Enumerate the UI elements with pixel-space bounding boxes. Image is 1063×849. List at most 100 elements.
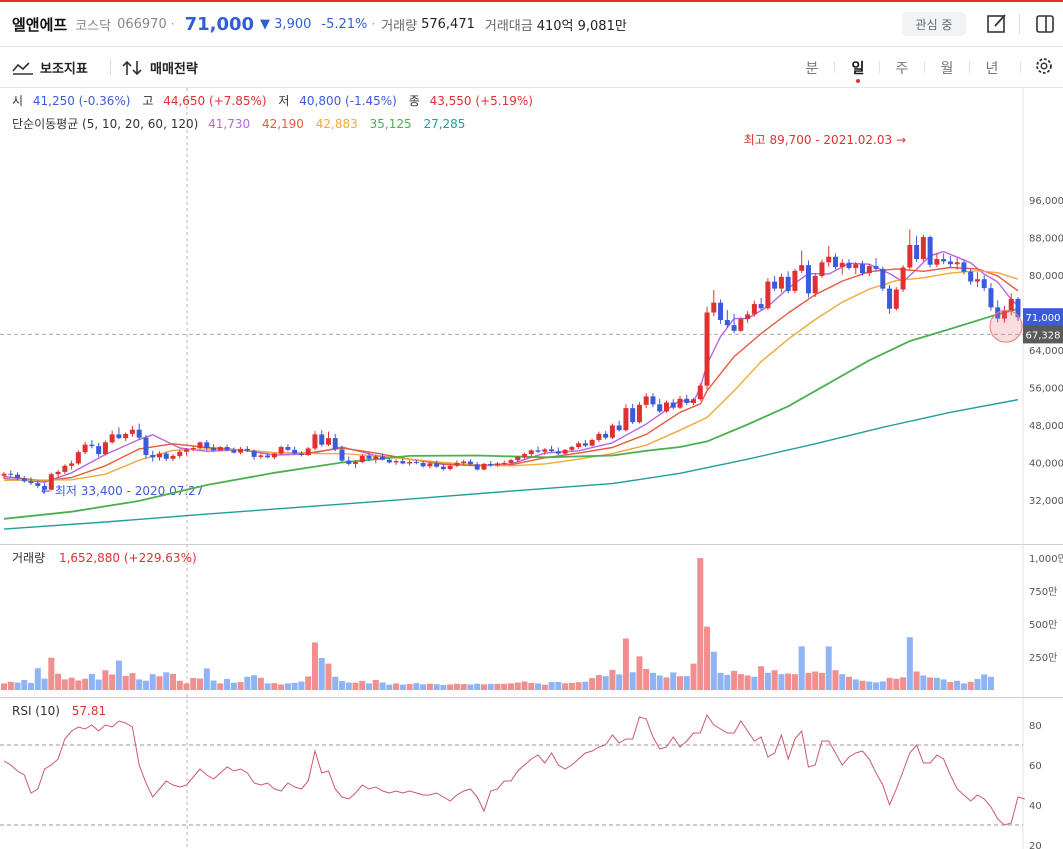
period-month[interactable]: 월 (937, 58, 957, 78)
candle (555, 447, 561, 455)
candle-body (819, 262, 825, 276)
candle-body (325, 438, 331, 445)
volume-bar (156, 676, 163, 690)
candle (238, 447, 244, 455)
volume-bar (785, 673, 792, 690)
candle-body (258, 455, 264, 457)
candle (21, 476, 27, 483)
candle-body (298, 453, 304, 455)
candle-body (522, 454, 528, 457)
volume-bar (149, 674, 156, 690)
amount-value: 410억 9,081만 (536, 18, 627, 34)
candle-body (887, 288, 893, 309)
volume-bar (595, 675, 602, 690)
candle-body (670, 402, 676, 408)
candle-body (643, 396, 649, 405)
period-divider (879, 61, 880, 73)
volume-bar (95, 679, 102, 690)
candle-body (974, 279, 980, 282)
volume-bar (528, 682, 535, 690)
candle-body (528, 450, 534, 455)
candle (880, 266, 886, 291)
volume-bar (859, 680, 866, 690)
candle (718, 299, 724, 324)
candle (650, 393, 656, 408)
rsi-legend: RSI (10) 57.81 (12, 704, 106, 718)
amount-label: 거래대금 (484, 18, 533, 34)
volume-bar (494, 683, 501, 690)
candle (123, 432, 129, 441)
candle-body (785, 276, 791, 291)
volume-bar (852, 679, 859, 690)
current-price: 71,000 (184, 13, 255, 35)
candle (947, 255, 953, 268)
candle-body (589, 440, 595, 446)
stock-code: 066970 (117, 16, 167, 32)
period-week[interactable]: 주 (892, 58, 912, 78)
candle-body (231, 449, 237, 453)
candle (934, 252, 940, 268)
period-day[interactable]: 일 (848, 58, 868, 78)
volume-bar (906, 637, 913, 690)
candle (136, 423, 142, 440)
candle (1, 471, 7, 479)
volume-bar (359, 680, 366, 690)
volume-bar (670, 672, 677, 690)
volume-bar (345, 682, 352, 690)
candle (75, 450, 81, 465)
watchlist-button[interactable]: 관심 중 (902, 12, 966, 36)
volume-bar (832, 670, 839, 690)
candle-body (724, 320, 730, 326)
candle (609, 423, 615, 440)
volume-bar (514, 682, 521, 690)
candle-body (758, 304, 764, 309)
candle (102, 440, 108, 456)
volume-bar (170, 673, 176, 690)
period-year[interactable]: 년 (982, 58, 1002, 78)
volume-bar (386, 684, 393, 690)
edit-icon[interactable] (985, 12, 1009, 36)
header-divider (1019, 14, 1020, 34)
volume-tick-label: 500만 (1029, 619, 1057, 631)
candle (832, 253, 838, 270)
volume-bar (28, 683, 35, 690)
period-divider (924, 61, 925, 73)
close-value: 43,550 (+5.19%) (430, 94, 533, 108)
volume-bar (568, 682, 575, 690)
candle-body (542, 449, 548, 452)
volume-bar (224, 678, 231, 690)
volume-bar (825, 646, 832, 690)
candle-body (150, 455, 156, 458)
stock-chart[interactable]: 시 41,250 (-0.36%) 고 44,650 (+7.85%) 저 40… (0, 88, 1063, 849)
split-panel-icon[interactable] (1033, 12, 1057, 36)
candle (82, 441, 88, 455)
candle-body (109, 434, 115, 443)
candle-body (82, 444, 88, 453)
indicator-button[interactable]: 보조지표 (12, 58, 88, 77)
ma10-line (3, 266, 1019, 482)
price-tick-label: 80,000 (1029, 271, 1063, 282)
strategy-button[interactable]: 매매전략 (122, 58, 198, 77)
candle (772, 275, 778, 291)
settings-gear-icon[interactable] (1033, 55, 1055, 77)
price-tick-label: 64,000 (1029, 346, 1063, 357)
candle-body (170, 455, 176, 459)
strategy-label: 매매전략 (150, 62, 198, 77)
candle-body (711, 302, 717, 313)
candle-body (691, 399, 697, 403)
period-minute[interactable]: 분 (802, 58, 822, 78)
volume-bar (440, 684, 447, 690)
candle-body (555, 451, 561, 454)
volume-bar (636, 656, 643, 690)
volume-bar (129, 673, 136, 690)
period-divider (1020, 61, 1021, 73)
candle (319, 430, 325, 447)
candle-body (677, 398, 683, 408)
volume-bar (508, 683, 514, 690)
price-tick-label: 32,000 (1029, 496, 1063, 507)
volume-bar (413, 683, 420, 690)
volume-legend-value: 1,652,880 (+229.63%) (59, 551, 197, 565)
rsi-tick-label: 80 (1029, 721, 1042, 732)
candle-body (481, 463, 487, 470)
candle-body (866, 266, 872, 274)
